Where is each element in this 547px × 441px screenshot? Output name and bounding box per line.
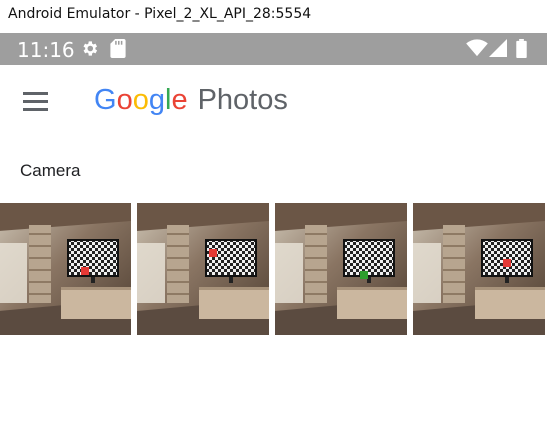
window-title: Android Emulator - Pixel_2_XL_API_28:555… — [8, 6, 312, 22]
logo-letter: e — [171, 84, 188, 116]
logo-letter: g — [148, 84, 165, 116]
photo-grid — [0, 203, 547, 335]
sd-card-icon — [110, 39, 126, 63]
logo-letter: o — [116, 84, 133, 116]
menu-icon[interactable] — [23, 92, 49, 112]
logo-suffix: Photos — [197, 84, 288, 116]
gear-icon — [80, 39, 99, 63]
photo-thumbnail[interactable] — [275, 203, 407, 335]
logo-letter: G — [94, 84, 117, 116]
photo-thumbnail[interactable] — [0, 203, 131, 335]
google-photos-logo: Google Photos — [94, 84, 288, 117]
status-time: 11:16 — [17, 38, 75, 62]
section-title: Camera — [20, 161, 81, 180]
status-bar: 11:16 — [0, 33, 547, 65]
battery-icon — [516, 39, 527, 63]
signal-icon — [489, 39, 507, 62]
wifi-icon — [466, 39, 488, 62]
photo-thumbnail[interactable] — [413, 203, 545, 335]
app-bar: Google Photos — [0, 65, 547, 140]
photo-thumbnail[interactable] — [137, 203, 269, 335]
window-titlebar: Android Emulator - Pixel_2_XL_API_28:555… — [0, 0, 547, 33]
logo-letter: o — [132, 84, 149, 116]
